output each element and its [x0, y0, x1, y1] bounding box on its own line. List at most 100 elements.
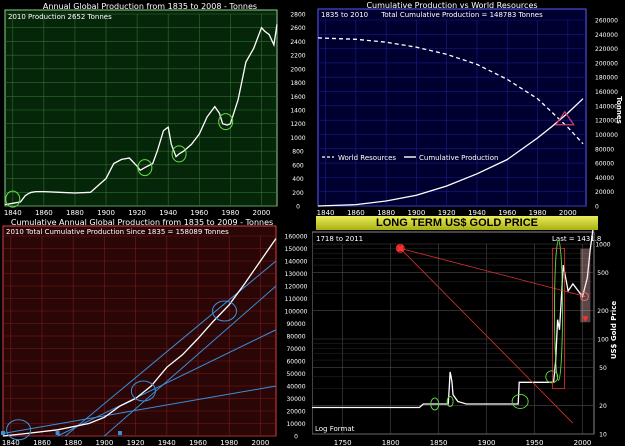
y-tick-label: 40000: [595, 175, 614, 182]
annotation-left: 1718 to 2011: [316, 235, 363, 243]
y-tick-label: 100000: [595, 132, 618, 139]
x-tick-label: 1920: [438, 209, 456, 216]
y-tick-label: 150000: [285, 246, 308, 253]
annotation-label: 2010 Total Cumulative Production Since 1…: [6, 228, 229, 236]
y-tick-label: 1800: [290, 80, 305, 87]
x-tick-label: 1900: [408, 209, 426, 216]
y-tick-label: 200: [597, 308, 609, 315]
y-tick-label: 20000: [286, 409, 305, 416]
y-tick-label: 260000: [595, 18, 618, 25]
start-point: [118, 431, 122, 435]
y-tick-label: 130000: [285, 271, 308, 278]
start-point: [1, 431, 5, 435]
y-tick-label: 30000: [286, 396, 305, 403]
x-tick-label: 1940: [468, 209, 486, 216]
x-tick-label: 1840: [4, 209, 22, 216]
y-tick-label: 100: [597, 337, 609, 344]
y-tick-label: 160000: [595, 89, 618, 96]
x-tick-label: 1850: [430, 439, 448, 446]
y-tick-label: 800: [292, 149, 304, 156]
x-tick-label: 1920: [128, 209, 146, 216]
x-tick-label: 1960: [189, 439, 207, 446]
y-tick-label: 220000: [595, 46, 618, 53]
x-tick-label: 2000: [559, 209, 577, 216]
y-tick-label: 160000: [285, 234, 308, 241]
y-tick-label: 240000: [595, 32, 618, 39]
y-tick-label: 2200: [290, 53, 305, 60]
x-tick-label: 1900: [478, 439, 496, 446]
x-tick-label: 1920: [127, 439, 145, 446]
y-tick-label: 2400: [290, 39, 305, 46]
y-tick-label: 180000: [595, 75, 618, 82]
x-tick-label: 1940: [158, 439, 176, 446]
x-tick-label: 1900: [97, 209, 115, 216]
x-tick-label: 1750: [334, 439, 352, 446]
x-tick-label: 1860: [35, 209, 53, 216]
y-tick-label: 70000: [286, 346, 305, 353]
x-tick-label: 2000: [253, 209, 271, 216]
y-tick-label: 2600: [290, 25, 305, 32]
arrow-band: [580, 248, 591, 323]
y-tick-label: 40000: [286, 384, 305, 391]
y-tick-label: 200000: [595, 60, 618, 67]
y-tick-label: 140000: [285, 259, 308, 266]
start-point: [55, 431, 60, 435]
annotation-total: Total Cumulative Production = 148783 Ton…: [380, 11, 543, 19]
x-tick-label: 1880: [66, 209, 84, 216]
y-tick-label: 500: [597, 270, 609, 277]
x-tick-label: 1880: [377, 209, 395, 216]
y-tick-label: 400: [292, 176, 304, 183]
annotation-label: 2010 Production 2652 Tonnes: [8, 13, 112, 21]
y-tick-label: 1000: [290, 135, 305, 142]
x-tick-label: 1900: [95, 439, 113, 446]
y-tick-label: 1000: [595, 242, 610, 249]
x-tick-label: 1980: [529, 209, 547, 216]
x-tick-label: 1950: [526, 439, 544, 446]
y-tick-label: 140000: [595, 103, 618, 110]
y-tick-label: 1400: [290, 108, 305, 115]
x-tick-label: 1980: [221, 209, 239, 216]
y-axis-label: Tonnes: [615, 96, 623, 124]
gold-price-banner: LONG TERM US$ GOLD PRICE: [316, 216, 598, 230]
x-tick-label: 1800: [382, 439, 400, 446]
x-tick-label: 1960: [498, 209, 516, 216]
y-tick-label: 2000: [290, 66, 305, 73]
y-tick-label: 10: [599, 432, 607, 439]
y-tick-label: 2800: [290, 12, 305, 19]
x-tick-label: 1860: [347, 209, 365, 216]
x-tick-label: 2000: [251, 439, 269, 446]
y-tick-label: 0: [595, 204, 599, 211]
y-tick-label: 80000: [595, 146, 614, 153]
x-tick-label: 1840: [2, 439, 20, 446]
x-tick-label: 1940: [159, 209, 177, 216]
annual-production-chart: Annual Global Production from 1835 to 20…: [4, 2, 306, 216]
x-tick-label: 1980: [220, 439, 238, 446]
y-tick-label: 60000: [286, 359, 305, 366]
y-tick-label: 600: [292, 162, 304, 169]
legend-label: World Resources: [338, 154, 396, 162]
y-tick-label: 120000: [285, 284, 308, 291]
x-tick-label: 1880: [64, 439, 82, 446]
log-format-label: Log Format: [315, 425, 355, 433]
cumulative-vs-resources-chart: Cumulative Production vs World Resources…: [317, 1, 623, 216]
y-axis-label: US$ Gold Price: [610, 301, 618, 360]
y-tick-label: 50000: [286, 371, 305, 378]
y-tick-label: 10000: [286, 421, 305, 428]
y-tick-label: 20: [599, 403, 607, 410]
y-tick-label: 200: [292, 190, 304, 197]
y-tick-label: 0: [294, 434, 298, 441]
y-tick-label: 50: [599, 365, 607, 372]
peak-marker: [397, 245, 404, 252]
y-tick-label: 60000: [595, 161, 614, 168]
x-tick-label: 1840: [317, 209, 335, 216]
y-tick-label: 90000: [286, 321, 305, 328]
y-tick-label: 80000: [286, 334, 305, 341]
y-tick-label: 0: [296, 204, 300, 211]
y-tick-label: 1200: [290, 121, 305, 128]
x-tick-label: 1860: [33, 439, 51, 446]
annotation-left: 1835 to 2010: [321, 11, 368, 19]
y-tick-label: 20000: [595, 189, 614, 196]
legend-label: Cumulative Production: [419, 154, 498, 162]
y-tick-label: 1600: [290, 94, 305, 101]
cumulative-annual-chart: Cumulative Annual Global Production from…: [1, 218, 308, 446]
